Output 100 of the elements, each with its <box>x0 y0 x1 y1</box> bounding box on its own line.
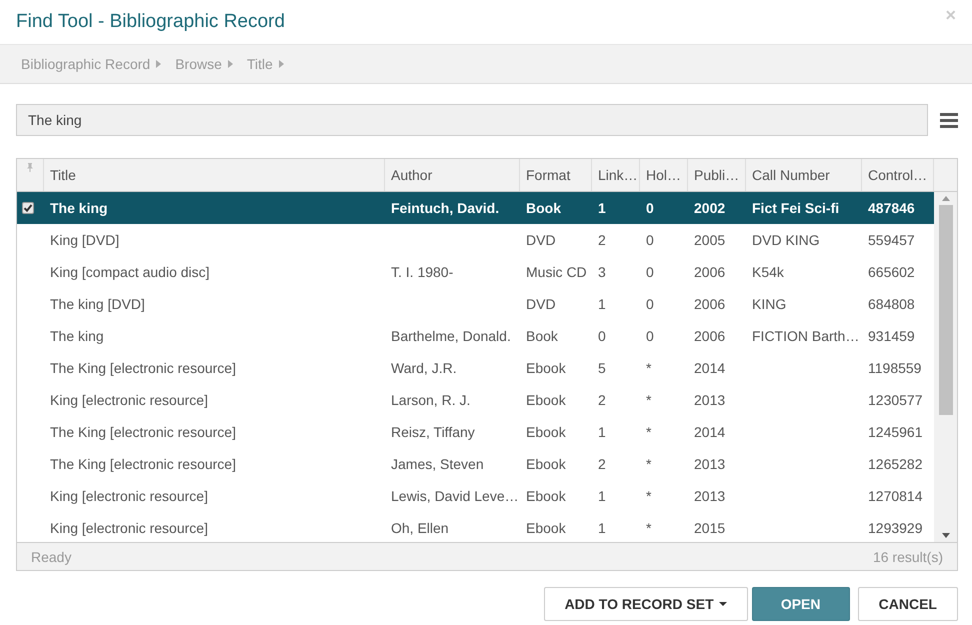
table-cell: T. I. 1980- <box>391 264 454 280</box>
table-cell: James, Steven <box>391 456 484 472</box>
caret-icon <box>278 60 284 68</box>
table-cell: DVD KING <box>752 232 820 248</box>
table-cell: 1265282 <box>868 456 923 472</box>
table-cell: Barthelme, Donald. <box>391 328 511 344</box>
table-cell: 2013 <box>694 488 726 504</box>
table-cell: 2 <box>598 232 606 248</box>
table-cell: Ward, J.R. <box>391 360 457 376</box>
caret-icon <box>156 60 162 68</box>
table-cell: 5 <box>598 360 606 376</box>
table-cell: The King [electronic resource] <box>50 456 236 472</box>
table-cell: 1 <box>598 488 606 504</box>
table-cell: King [electronic resource] <box>50 392 208 408</box>
column-header[interactable]: Hol… <box>640 159 688 191</box>
table-cell: 487846 <box>868 200 915 216</box>
column-header[interactable]: Format <box>520 159 592 191</box>
table-cell: * <box>646 456 652 472</box>
table-cell: 1245961 <box>868 424 923 440</box>
column-header[interactable]: Title <box>44 159 385 191</box>
table-cell: 0 <box>646 264 654 280</box>
table-cell: 684808 <box>868 296 915 312</box>
scroll-down-icon[interactable] <box>942 533 950 538</box>
table-row[interactable]: The king [DVD] DVD 1 0 2006 KING 684808 <box>17 288 934 320</box>
table-cell: 1 <box>598 520 606 536</box>
table-cell: 1 <box>598 296 606 312</box>
scrollbar[interactable] <box>934 192 957 542</box>
table-cell: The king <box>50 328 104 344</box>
table-cell: 0 <box>646 296 654 312</box>
table-cell: 1230577 <box>868 392 923 408</box>
action-button[interactable]: OPEN <box>752 587 850 621</box>
table-cell: 0 <box>646 232 654 248</box>
table-cell: K54k <box>752 264 784 280</box>
table-cell: King [electronic resource] <box>50 488 208 504</box>
table-cell: 2006 <box>694 264 726 280</box>
action-button[interactable]: CANCEL <box>858 587 958 621</box>
table-cell: The king [DVD] <box>50 296 145 312</box>
table-cell: * <box>646 424 652 440</box>
table-cell: 2002 <box>694 200 726 216</box>
table-row[interactable]: The King [electronic resource] James, Steven Ebook 2 * 2013 1265282 <box>17 448 934 480</box>
table-row[interactable]: King [DVD] DVD 2 0 2005 DVD KING 559457 <box>17 224 934 256</box>
table-cell: Feintuch, David. <box>391 200 500 216</box>
column-header[interactable]: Author <box>385 159 520 191</box>
table-cell: 1293929 <box>868 520 923 536</box>
dropdown-button[interactable]: ADD TO RECORD SET <box>544 587 748 621</box>
checkbox-icon[interactable] <box>22 202 34 214</box>
table-cell: 2006 <box>694 328 726 344</box>
table-cell: King [electronic resource] <box>50 520 208 536</box>
table-cell: Music CD <box>526 264 587 280</box>
status-text: Ready <box>31 548 72 564</box>
table-cell: 2006 <box>694 296 726 312</box>
column-header[interactable]: Control… <box>862 159 934 191</box>
table-row[interactable]: King [electronic resource] Larson, R. J. Ebook 2 * 2013 1230577 <box>17 384 934 416</box>
table-cell: 2013 <box>694 456 726 472</box>
table-row[interactable]: King [electronic resource] Oh, Ellen Ebook 1 * 2015 1293929 <box>17 512 934 544</box>
table-cell: * <box>646 488 652 504</box>
table-cell: 2013 <box>694 392 726 408</box>
table-cell: 665602 <box>868 264 915 280</box>
table-row[interactable]: King [electronic resource] Lewis, David Leve… Ebook 1 * 2013 1270814 <box>17 480 934 512</box>
caret-icon <box>718 602 727 606</box>
column-header[interactable]: Call Number <box>746 159 862 191</box>
table-cell: The King [electronic resource] <box>50 360 236 376</box>
table-cell: 2014 <box>694 424 726 440</box>
table-cell: Book <box>526 328 558 344</box>
table-cell: Ebook <box>526 392 566 408</box>
window-title: Find Tool - Bibliographic Record <box>16 11 285 33</box>
table-cell: Book <box>526 200 561 216</box>
table-cell: DVD <box>526 296 556 312</box>
table-cell: Ebook <box>526 424 566 440</box>
table-cell: Ebook <box>526 520 566 536</box>
table-cell: * <box>646 360 652 376</box>
search-field[interactable]: The king <box>16 104 928 136</box>
table-row[interactable]: The King [electronic resource] Ward, J.R. Ebook 5 * 2014 1198559 <box>17 352 934 384</box>
table-cell: 1 <box>598 200 606 216</box>
pin-icon <box>27 163 33 172</box>
table-cell: 931459 <box>868 328 915 344</box>
menu-icon[interactable] <box>940 112 958 128</box>
table-cell: 2 <box>598 456 606 472</box>
table-cell: 1 <box>598 424 606 440</box>
table-cell: King [DVD] <box>50 232 120 248</box>
table-cell: * <box>646 392 652 408</box>
table-cell: FICTION Barth… <box>752 328 860 344</box>
table-cell: * <box>646 520 652 536</box>
table-cell: 2 <box>598 392 606 408</box>
table-cell: 0 <box>646 200 654 216</box>
table-cell: 1198559 <box>868 360 922 376</box>
table-cell: Ebook <box>526 360 566 376</box>
table-cell: 2005 <box>694 232 726 248</box>
table-cell: Larson, R. J. <box>391 392 470 408</box>
column-header[interactable]: Publi… <box>688 159 746 191</box>
table-row[interactable]: King [compact audio disc] T. I. 1980- Music CD 3 0 2006 K54k 665602 <box>17 256 934 288</box>
table-cell: 0 <box>598 328 606 344</box>
table-cell: 2015 <box>694 520 726 536</box>
table-row[interactable]: The king Barthelme, Donald. Book 0 0 2006 FICTION Barth… 931459 <box>17 320 934 352</box>
column-header[interactable]: Link… <box>592 159 640 191</box>
table-cell: King [compact audio disc] <box>50 264 210 280</box>
table-cell: Lewis, David Leve… <box>391 488 519 504</box>
table-cell: Oh, Ellen <box>391 520 449 536</box>
table-row[interactable]: The king Feintuch, David. Book 1 0 2002 Fict Fei Sci-fi 487846 <box>17 192 934 224</box>
table-row[interactable]: The King [electronic resource] Reisz, Tiffany Ebook 1 * 2014 1245961 <box>17 416 934 448</box>
